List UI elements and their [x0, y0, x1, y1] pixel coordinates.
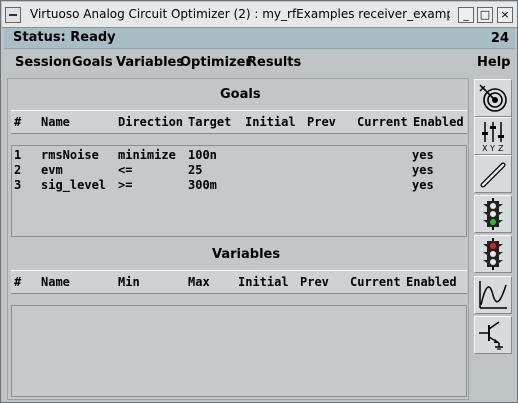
close-button[interactable]: × — [497, 7, 513, 23]
goal-target: 100n — [188, 148, 217, 162]
menu-help[interactable]: Help — [477, 55, 510, 70]
goal-enabled: yes — [412, 178, 434, 192]
goal-direction: >= — [118, 178, 133, 192]
goals-col-num[interactable]: # — [14, 115, 21, 129]
variables-col-name[interactable]: Name — [41, 275, 70, 289]
optimizer-window: Virtuoso Analog Circuit Optimizer (2) : … — [0, 0, 518, 403]
variables-list[interactable] — [11, 305, 467, 397]
goals-col-current[interactable]: Current — [357, 115, 408, 129]
minimize-button[interactable]: _ — [458, 7, 474, 23]
status-text: Status: Ready — [13, 30, 116, 45]
goals-col-target[interactable]: Target — [188, 115, 231, 129]
transistor-icon[interactable] — [474, 316, 512, 354]
variables-col-current[interactable]: Current — [350, 275, 401, 289]
xyz-sliders-icon[interactable]: X Y Z — [474, 117, 512, 155]
goals-col-direction[interactable]: Direction — [118, 115, 183, 129]
variables-header-row: # Name Min Max Initial Prev Current Enab… — [11, 270, 467, 294]
goal-num: 3 — [14, 178, 22, 192]
menu-goals[interactable]: Goals — [72, 55, 113, 70]
variables-title: Variables — [212, 247, 281, 262]
main-panel: Goals # Name Direction Target Initial Pr… — [7, 78, 469, 400]
goals-col-enabled[interactable]: Enabled — [413, 115, 464, 129]
table-row[interactable]: 2 evm <= 25 yes — [12, 163, 466, 178]
slider-axis-x-label: X — [482, 144, 488, 152]
target-icon[interactable] — [474, 79, 512, 117]
goal-target: 300m — [188, 178, 217, 192]
goal-enabled: yes — [412, 148, 434, 162]
goals-header-row: # Name Direction Target Initial Prev Cur… — [11, 110, 467, 134]
table-row[interactable]: 3 sig_level >= 300m yes — [12, 178, 466, 193]
menu-session[interactable]: Session — [15, 55, 71, 70]
curve-plot-icon[interactable] — [474, 276, 512, 314]
goal-target: 25 — [188, 163, 203, 177]
traffic-light-red-icon[interactable] — [474, 235, 512, 273]
window-title: Virtuoso Analog Circuit Optimizer (2) : … — [30, 7, 450, 21]
goal-direction: minimize — [118, 148, 176, 162]
goal-name: sig_level — [41, 178, 107, 192]
goal-num: 2 — [14, 163, 22, 177]
goal-num: 1 — [14, 148, 22, 162]
variables-col-initial[interactable]: Initial — [238, 275, 289, 289]
variables-col-num[interactable]: # — [14, 275, 21, 289]
menu-results[interactable]: Results — [247, 55, 301, 70]
goals-col-initial[interactable]: Initial — [245, 115, 296, 129]
table-row[interactable]: 1 rmsNoise minimize 100n yes — [12, 148, 466, 163]
slider-axis-z-label: Z — [498, 144, 504, 152]
variables-col-enabled[interactable]: Enabled — [406, 275, 457, 289]
toolbar: X Y Z — [471, 76, 515, 400]
goals-list[interactable]: 1 rmsNoise minimize 100n yes 2 evm <= 25… — [11, 145, 467, 237]
goal-enabled: yes — [412, 163, 434, 177]
goals-col-prev[interactable]: Prev — [307, 115, 336, 129]
goal-name: evm — [41, 163, 63, 177]
goal-direction: <= — [118, 163, 133, 177]
traffic-light-green-icon[interactable] — [474, 195, 512, 233]
status-bar: Status: Ready 24 — [4, 28, 515, 49]
window-menu-button[interactable] — [5, 7, 21, 23]
goals-col-name[interactable]: Name — [41, 115, 70, 129]
wand-icon[interactable] — [474, 155, 512, 193]
menu-optimizer[interactable]: Optimizer — [180, 55, 252, 70]
variables-col-prev[interactable]: Prev — [300, 275, 329, 289]
title-bar[interactable]: Virtuoso Analog Circuit Optimizer (2) : … — [2, 2, 517, 28]
variables-col-min[interactable]: Min — [118, 275, 140, 289]
menu-variables[interactable]: Variables — [116, 55, 184, 70]
slider-axis-y-label: Y — [489, 144, 495, 152]
maximize-button[interactable]: □ — [477, 7, 493, 23]
variables-col-max[interactable]: Max — [188, 275, 210, 289]
menu-bar: Session Goals Variables Optimizer Result… — [4, 50, 515, 76]
goal-name: rmsNoise — [41, 148, 99, 162]
goals-title: Goals — [220, 87, 261, 102]
status-count: 24 — [490, 31, 509, 46]
